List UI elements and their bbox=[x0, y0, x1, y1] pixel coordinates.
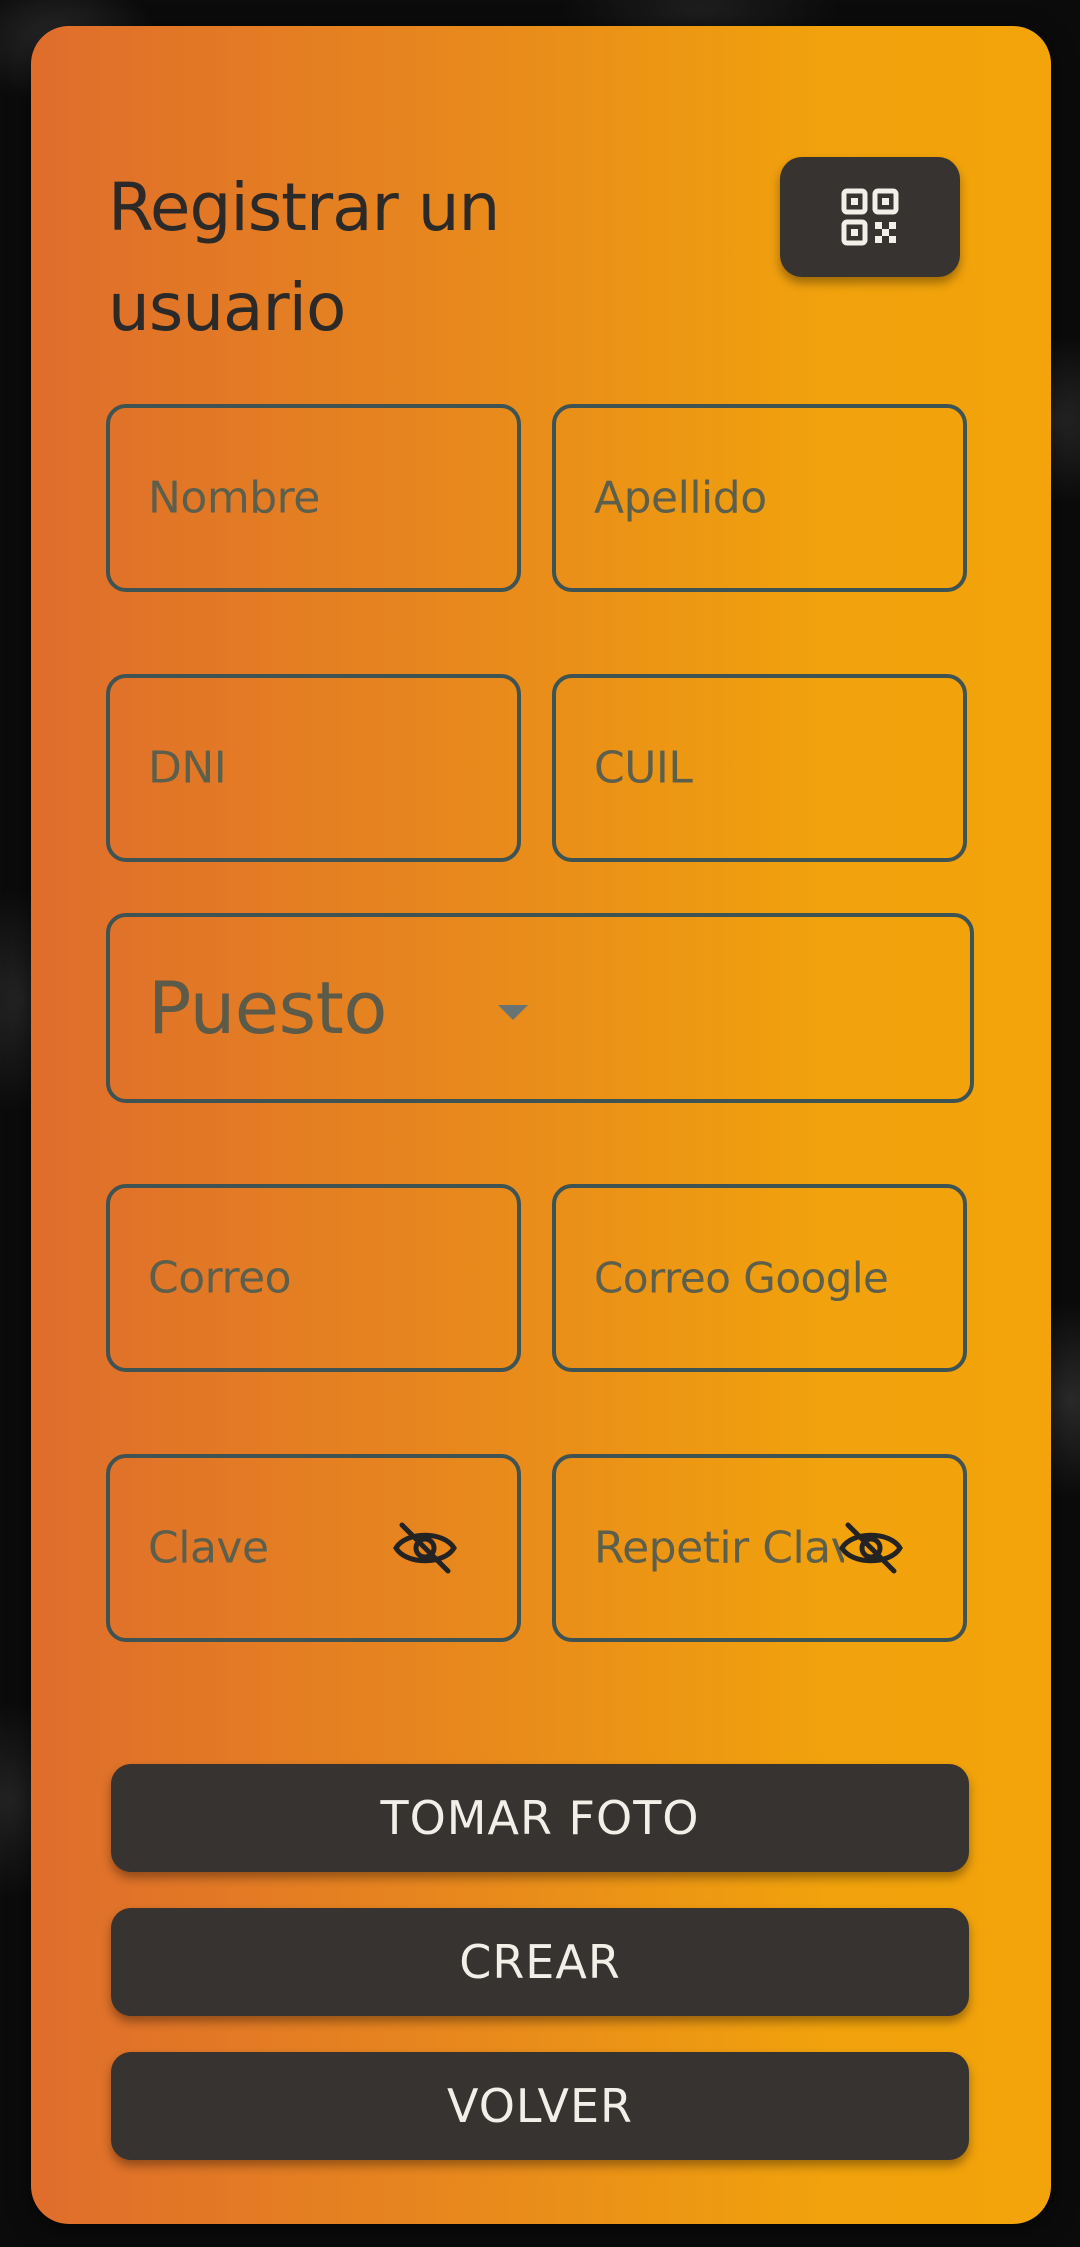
puesto-dropdown[interactable]: Puesto bbox=[106, 913, 974, 1103]
volver-button[interactable]: VOLVER bbox=[111, 2052, 969, 2160]
eye-off-icon[interactable] bbox=[838, 1521, 904, 1575]
cuil-placeholder: CUIL bbox=[594, 742, 693, 794]
correo-field[interactable]: Correo bbox=[106, 1184, 521, 1372]
nombre-field[interactable]: Nombre bbox=[106, 404, 521, 592]
repetir-clave-field[interactable]: Repetir Clave bbox=[552, 1454, 967, 1642]
tomar-foto-button[interactable]: TOMAR FOTO bbox=[111, 1764, 969, 1872]
clave-placeholder: Clave bbox=[148, 1522, 269, 1574]
dropdown-caret-icon bbox=[498, 1005, 528, 1020]
clave-field[interactable]: Clave bbox=[106, 1454, 521, 1642]
dni-placeholder: DNI bbox=[148, 742, 227, 794]
correo-google-field[interactable]: Correo Google bbox=[552, 1184, 967, 1372]
crear-button[interactable]: CREAR bbox=[111, 1908, 969, 2016]
page-title: Registrar un usuario bbox=[108, 169, 500, 346]
repetir-clave-clip: Repetir Clave bbox=[594, 1523, 844, 1574]
qr-code-icon bbox=[841, 188, 899, 246]
repetir-clave-placeholder: Repetir Clave bbox=[594, 1522, 844, 1574]
dni-field[interactable]: DNI bbox=[106, 674, 521, 862]
nombre-placeholder: Nombre bbox=[148, 472, 320, 524]
qr-scan-button[interactable] bbox=[780, 157, 960, 277]
apellido-field[interactable]: Apellido bbox=[552, 404, 967, 592]
apellido-placeholder: Apellido bbox=[594, 472, 767, 524]
puesto-placeholder: Puesto bbox=[148, 966, 387, 1050]
cuil-field[interactable]: CUIL bbox=[552, 674, 967, 862]
eye-off-icon[interactable] bbox=[392, 1521, 458, 1575]
correo-placeholder: Correo bbox=[148, 1252, 292, 1304]
correo-google-placeholder: Correo Google bbox=[594, 1253, 889, 1303]
